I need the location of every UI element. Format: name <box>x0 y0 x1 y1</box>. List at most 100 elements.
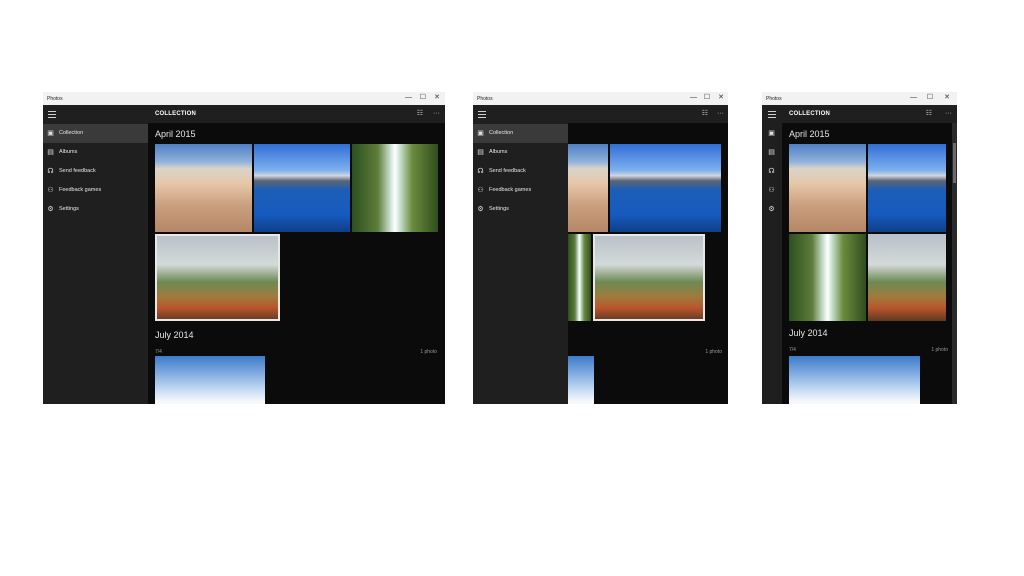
vertical-scrollbar[interactable] <box>952 123 957 404</box>
gear-icon: ⚙ <box>477 206 484 213</box>
maximize-button[interactable]: ☐ <box>420 93 426 103</box>
scrollbar-thumb[interactable] <box>953 143 956 183</box>
albums-icon: ▤ <box>477 149 484 156</box>
photos-window-animating: Photos — ☐ ✕ 1 photo ☷ ··· ▣ Collection … <box>473 92 728 404</box>
gear-icon: ⚙ <box>47 206 54 213</box>
feedback-icon: ☊ <box>47 168 54 175</box>
group-photo-count: 1 photo <box>931 347 948 353</box>
nav-item-albums[interactable]: ▤ Albums <box>473 143 568 162</box>
nav-item-feedback-games[interactable]: ⚇ Feedback games <box>43 181 148 200</box>
nav-label: Send feedback <box>59 168 96 174</box>
window-title: Photos <box>477 96 493 102</box>
nav-item-feedback-games[interactable]: ⚇ <box>762 181 782 200</box>
nav-label: Send feedback <box>489 168 526 174</box>
nav-item-send-feedback[interactable]: ☊ <box>762 162 782 181</box>
title-bar: Photos — ☐ ✕ <box>762 92 957 105</box>
photo-collection: April 2015 July 2014 7/4 1 photo <box>782 123 952 404</box>
nav-label: Collection <box>59 130 84 136</box>
group-header-april-2015[interactable]: April 2015 <box>789 128 830 140</box>
navigation-pane-compact: ▣ ▤ ☊ ⚇ ⚙ <box>762 105 782 404</box>
collection-icon: ▣ <box>47 130 54 137</box>
more-options-icon[interactable]: ··· <box>433 105 440 123</box>
nav-label: Albums <box>59 149 78 155</box>
group-header-july-2014[interactable]: July 2014 <box>789 327 828 339</box>
command-bar: ☷ ··· <box>568 105 728 123</box>
photo-collection: 1 photo <box>568 123 728 404</box>
people-icon: ⚇ <box>768 187 775 194</box>
feedback-icon: ☊ <box>477 168 484 175</box>
photo-thumbnail-waterfall[interactable] <box>352 144 438 232</box>
close-button[interactable]: ✕ <box>944 93 950 103</box>
photo-thumbnail-snow-mountain[interactable] <box>155 356 265 404</box>
photo-thumbnail-lake[interactable] <box>254 144 350 232</box>
nav-label: Feedback games <box>59 187 102 193</box>
photo-thumbnail-lake[interactable] <box>868 144 946 232</box>
nav-label: Feedback games <box>489 187 532 193</box>
group-photo-count: 1 photo <box>420 349 437 355</box>
nav-item-send-feedback[interactable]: ☊ Send feedback <box>473 162 568 181</box>
photo-thumbnail-lake[interactable] <box>610 144 721 232</box>
photos-window-compact: Photos — ☐ ✕ ▣ ▤ ☊ ⚇ ⚙ COLLECTION ☷ ··· … <box>762 92 957 404</box>
albums-icon: ▤ <box>768 149 775 156</box>
group-date: 7/4 <box>155 349 162 355</box>
nav-item-feedback-games[interactable]: ⚇ Feedback games <box>473 181 568 200</box>
photo-thumbnail-rainbow[interactable] <box>868 234 946 321</box>
collection-icon: ▣ <box>477 130 484 137</box>
group-header-april-2015[interactable]: April 2015 <box>155 128 196 140</box>
photo-collection: April 2015 July 2014 7/4 1 photo <box>148 123 445 404</box>
photo-thumbnail-snow-mountain[interactable] <box>789 356 920 404</box>
nav-label: Collection <box>489 130 514 136</box>
nav-label: Albums <box>489 149 508 155</box>
photo-thumbnail-beach[interactable] <box>568 144 608 232</box>
nav-item-settings[interactable]: ⚙ Settings <box>43 200 148 219</box>
title-bar: Photos — ☐ ✕ <box>473 92 728 105</box>
navigation-pane: ▣ Collection ▤ Albums ☊ Send feedback ⚇ … <box>43 105 148 404</box>
hamburger-menu-icon[interactable] <box>478 111 486 120</box>
maximize-button[interactable]: ☐ <box>704 93 710 103</box>
nav-item-collection[interactable]: ▣ Collection <box>473 124 568 143</box>
select-icon[interactable]: ☷ <box>417 105 423 123</box>
minimize-button[interactable]: — <box>910 93 917 103</box>
albums-icon: ▤ <box>47 149 54 156</box>
photos-window-full: Photos — ☐ ✕ ▣ Collection ▤ Albums ☊ Sen… <box>43 92 445 404</box>
maximize-button[interactable]: ☐ <box>927 93 933 103</box>
nav-label: Settings <box>59 206 79 212</box>
window-title: Photos <box>47 96 63 102</box>
minimize-button[interactable]: — <box>405 93 412 103</box>
photo-thumbnail-waterfall[interactable] <box>568 234 591 321</box>
more-options-icon[interactable]: ··· <box>945 105 952 123</box>
nav-item-albums[interactable]: ▤ Albums <box>43 143 148 162</box>
nav-item-collection[interactable]: ▣ Collection <box>43 124 148 143</box>
people-icon: ⚇ <box>47 187 54 194</box>
close-button[interactable]: ✕ <box>434 93 440 103</box>
group-date: 7/4 <box>789 347 796 353</box>
group-header-july-2014[interactable]: July 2014 <box>155 329 194 341</box>
page-title: COLLECTION <box>155 111 196 117</box>
collection-icon: ▣ <box>768 130 775 137</box>
command-bar: COLLECTION ☷ ··· <box>782 105 957 123</box>
close-button[interactable]: ✕ <box>718 93 724 103</box>
hamburger-menu-icon[interactable] <box>768 111 776 120</box>
command-bar: COLLECTION ☷ ··· <box>148 105 445 123</box>
photo-thumbnail-beach[interactable] <box>789 144 866 232</box>
more-options-icon[interactable]: ··· <box>717 105 724 123</box>
nav-item-send-feedback[interactable]: ☊ Send feedback <box>43 162 148 181</box>
minimize-button[interactable]: — <box>690 93 697 103</box>
select-icon[interactable]: ☷ <box>926 105 932 123</box>
select-icon[interactable]: ☷ <box>702 105 708 123</box>
window-title: Photos <box>766 96 782 102</box>
nav-item-settings[interactable]: ⚙ Settings <box>473 200 568 219</box>
photo-thumbnail-rainbow[interactable] <box>593 234 705 321</box>
hamburger-menu-icon[interactable] <box>48 111 56 120</box>
photo-thumbnail-beach[interactable] <box>155 144 252 232</box>
nav-item-settings[interactable]: ⚙ <box>762 200 782 219</box>
title-bar: Photos — ☐ ✕ <box>43 92 445 105</box>
photo-thumbnail-waterfall[interactable] <box>789 234 866 321</box>
feedback-icon: ☊ <box>768 168 775 175</box>
nav-item-albums[interactable]: ▤ <box>762 143 782 162</box>
gear-icon: ⚙ <box>768 206 775 213</box>
page-title: COLLECTION <box>789 111 830 117</box>
photo-thumbnail-snow-mountain[interactable] <box>568 356 594 404</box>
photo-thumbnail-rainbow[interactable] <box>155 234 280 321</box>
nav-item-collection[interactable]: ▣ <box>762 124 782 143</box>
